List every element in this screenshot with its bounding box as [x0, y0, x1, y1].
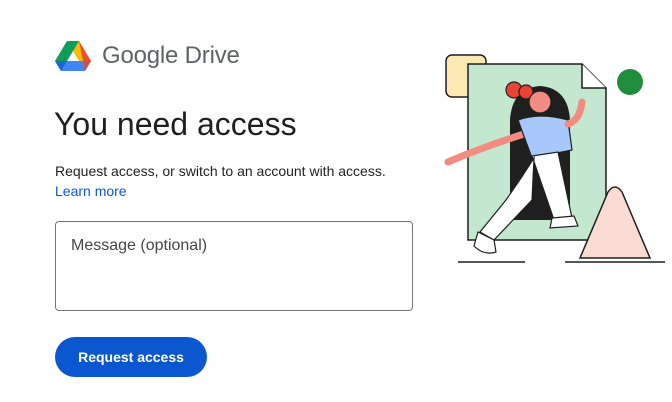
description-text: Request access, or switch to an account … [55, 163, 386, 179]
request-access-button[interactable]: Request access [55, 337, 207, 377]
learn-more-link[interactable]: Learn more [55, 183, 127, 199]
message-input[interactable] [55, 221, 413, 311]
brand-name: Google Drive [102, 42, 240, 69]
google-drive-logo-icon [55, 41, 91, 71]
brand-header: Google Drive [55, 40, 240, 72]
green-dot-shape [617, 69, 643, 95]
access-illustration [444, 54, 665, 263]
page-title: You need access [54, 106, 297, 142]
